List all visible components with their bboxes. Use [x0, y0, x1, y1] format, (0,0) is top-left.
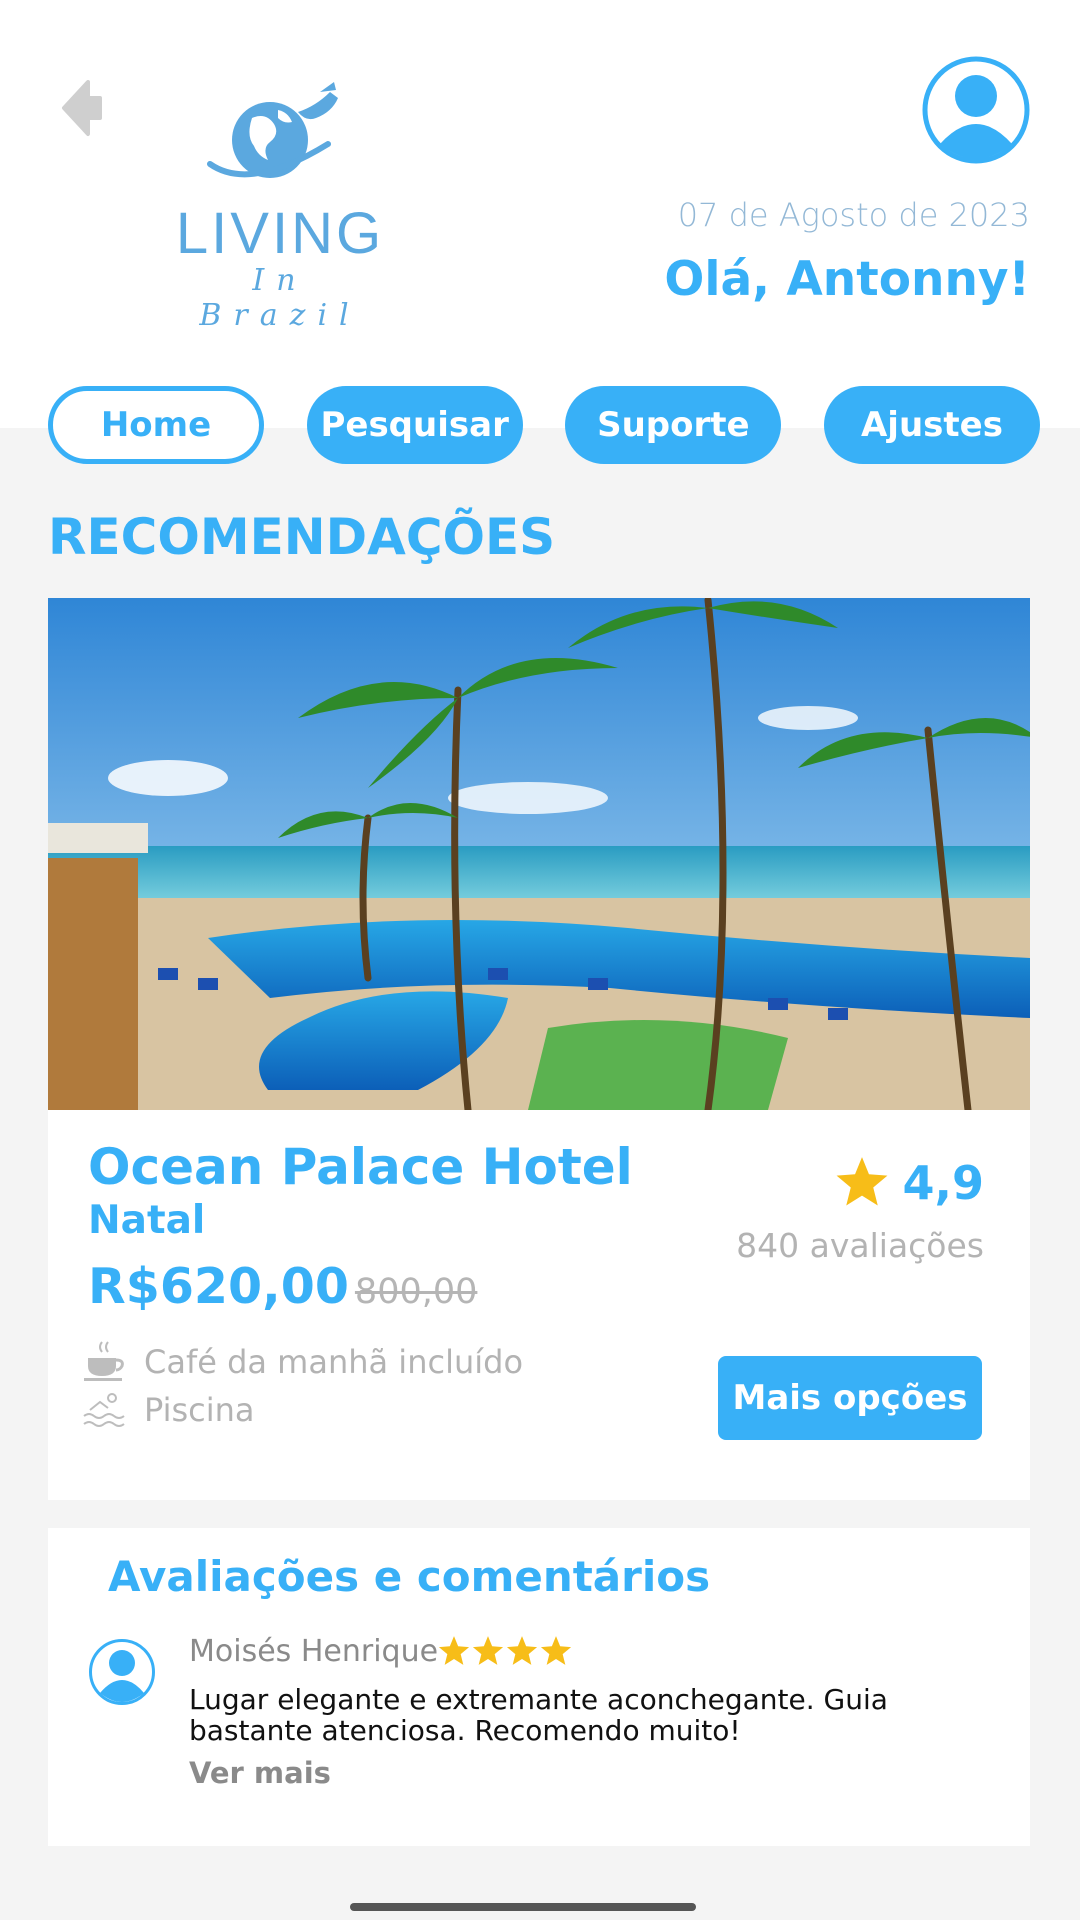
user-greeting: Olá, Antonny! — [664, 252, 1030, 307]
star-icon — [438, 1636, 470, 1665]
current-date: 07 de Agosto de 2023 — [677, 196, 1030, 234]
review-text: Lugar elegante e extremante aconchegante… — [189, 1683, 888, 1747]
more-options-button[interactable]: Mais opções — [718, 1356, 982, 1440]
logo-subtitle: In Brazil — [199, 263, 361, 333]
hotel-old-price: 800,00 — [354, 1272, 478, 1312]
hotel-city: Natal — [88, 1198, 206, 1243]
rating-value: 4,9 — [902, 1156, 985, 1210]
profile-avatar-icon[interactable] — [922, 56, 1030, 164]
hotel-rating: 4,9 — [835, 1156, 985, 1210]
tab-suporte[interactable]: Suporte — [565, 386, 782, 464]
amenity-breakfast-label: Café da manhã incluído — [144, 1343, 524, 1381]
hotel-photo — [48, 598, 1030, 1110]
tab-pesquisar[interactable]: Pesquisar — [306, 386, 523, 464]
tab-home[interactable]: Home — [48, 386, 264, 464]
amenity-pool-label: Piscina — [144, 1391, 255, 1429]
globe-bird-icon — [207, 82, 338, 178]
star-icon — [506, 1636, 538, 1665]
price-row: R$620,00 800,00 — [88, 1258, 477, 1315]
hotel-name[interactable]: Ocean Palace Hotel — [88, 1138, 633, 1196]
reviews-title: Avaliações e comentários — [108, 1552, 711, 1601]
home-indicator[interactable] — [350, 1903, 696, 1911]
star-icon — [836, 1157, 887, 1206]
reviewer-avatar-icon — [88, 1638, 156, 1706]
review-stars — [438, 1636, 574, 1667]
hotel-price: R$620,00 — [88, 1258, 349, 1315]
reviews-card: Avaliações e comentários Moisés Henrique… — [48, 1528, 1030, 1846]
star-icon — [540, 1636, 572, 1665]
pool-icon — [83, 1393, 125, 1427]
logo-wordmark: LIVING — [175, 201, 385, 266]
main-nav: Home Pesquisar Suporte Ajustes — [48, 386, 1040, 464]
see-more-link[interactable]: Ver mais — [189, 1756, 331, 1790]
living-in-brazil-logo: LIVING In Brazil — [170, 78, 390, 333]
reviews-count: 840 avaliações — [736, 1226, 984, 1265]
back-arrow-icon[interactable] — [58, 78, 108, 138]
reviewer-name: Moisés Henrique — [189, 1634, 439, 1669]
amenity-pool: Piscina — [82, 1390, 255, 1430]
hotel-card[interactable]: Ocean Palace Hotel Natal R$620,00 800,00… — [48, 598, 1030, 1500]
section-title: RECOMENDAÇÕES — [48, 508, 556, 566]
amenity-breakfast: Café da manhã incluído — [82, 1340, 523, 1384]
tab-ajustes[interactable]: Ajustes — [823, 386, 1040, 464]
coffee-cup-icon — [84, 1341, 124, 1381]
star-icon — [472, 1636, 504, 1665]
